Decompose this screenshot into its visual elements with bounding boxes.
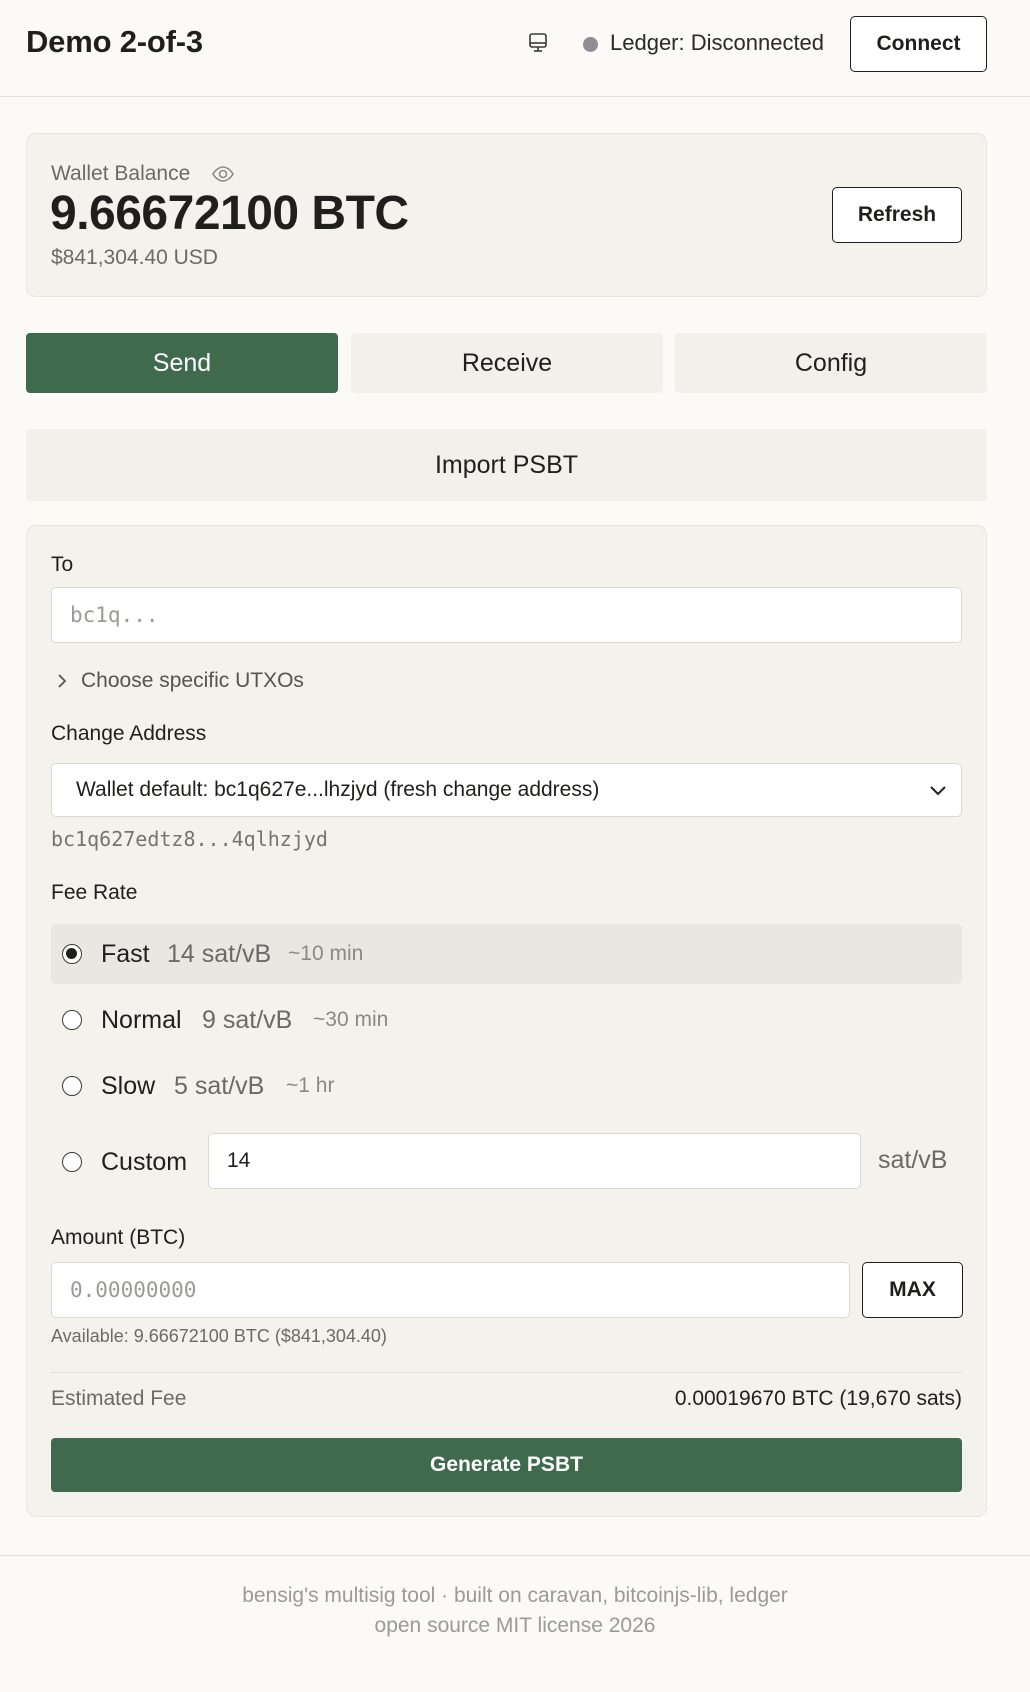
to-label: To [51, 553, 74, 576]
fee-slow-time: ~1 hr [286, 1074, 335, 1097]
fee-slow-radio[interactable] [62, 1076, 82, 1096]
max-button[interactable]: MAX [862, 1262, 963, 1318]
wallet-title: Demo 2-of-3 [26, 24, 203, 59]
balance-card: Wallet Balance 9.66672100 BTC $841,304.4… [26, 133, 987, 297]
eye-icon[interactable] [210, 161, 236, 187]
tab-send[interactable]: Send [26, 333, 338, 393]
fee-normal-rate: 9 sat/vB [202, 1005, 293, 1034]
fee-fast-radio[interactable] [62, 944, 82, 964]
custom-fee-unit: sat/vB [878, 1146, 948, 1174]
fee-normal-radio[interactable] [62, 1010, 82, 1030]
change-address-label: Change Address [51, 722, 207, 745]
estimated-fee-label: Estimated Fee [51, 1387, 187, 1410]
available-balance: Available: 9.66672100 BTC ($841,304.40) [51, 1326, 387, 1346]
fee-fast-name: Fast [101, 939, 150, 968]
fee-fast-time: ~10 min [288, 942, 364, 965]
fee-option-slow[interactable]: Slow 5 sat/vB ~1 hr [51, 1056, 962, 1116]
device-status: Ledger: Disconnected [610, 30, 825, 55]
estimated-fee-value: 0.00019670 BTC (19,670 sats) [674, 1387, 962, 1410]
status-dot-icon [583, 37, 598, 52]
balance-label: Wallet Balance [51, 162, 191, 185]
fee-slow-name: Slow [101, 1071, 156, 1100]
balance-btc: 9.66672100 BTC [50, 187, 409, 240]
fee-slow-rate: 5 sat/vB [174, 1071, 265, 1100]
balance-usd: $841,304.40 USD [51, 246, 218, 269]
fee-rate-label: Fee Rate [51, 881, 138, 904]
connect-button[interactable]: Connect [850, 16, 987, 72]
to-address-placeholder: bc1q... [70, 603, 159, 627]
fee-option-normal[interactable]: Normal 9 sat/vB ~30 min [51, 990, 962, 1050]
change-address-select[interactable]: Wallet default: bc1q627e...lhzjyd (fresh… [51, 763, 962, 817]
fee-fast-rate: 14 sat/vB [167, 939, 272, 968]
custom-fee-input[interactable]: 14 [208, 1133, 861, 1189]
amount-input[interactable]: 0.00000000 [51, 1262, 850, 1318]
fee-custom-radio[interactable] [62, 1152, 82, 1172]
amount-placeholder: 0.00000000 [70, 1278, 197, 1302]
send-form: To bc1q... Choose specific UTXOs Change … [26, 525, 987, 1517]
footer-license: open source MIT license 2026 [374, 1614, 656, 1637]
fee-option-fast[interactable]: Fast 14 sat/vB ~10 min [51, 924, 962, 984]
footer: bensig's multisig tool · built on carava… [0, 1555, 1030, 1692]
change-address-selected: Wallet default: bc1q627e...lhzjyd (fresh… [76, 778, 600, 801]
amount-label: Amount (BTC) [51, 1226, 186, 1249]
tab-config[interactable]: Config [675, 333, 987, 393]
custom-fee-value: 14 [227, 1149, 251, 1172]
refresh-button[interactable]: Refresh [832, 187, 962, 243]
utxo-toggle[interactable]: Choose specific UTXOs [53, 669, 304, 693]
tab-receive[interactable]: Receive [351, 333, 663, 393]
generate-psbt-button[interactable]: Generate PSBT [51, 1438, 962, 1492]
app-header: Demo 2-of-3 Ledger: Disconnected Connect [0, 0, 1030, 97]
fee-custom-name: Custom [101, 1147, 188, 1176]
hardware-device-icon [529, 33, 547, 52]
change-address-hash: bc1q627edtz8...4qlhzjyd [51, 827, 328, 851]
chevron-right-icon [58, 674, 67, 688]
utxo-toggle-label: Choose specific UTXOs [81, 669, 304, 692]
chevron-down-icon [930, 786, 946, 796]
import-psbt-button[interactable]: Import PSBT [26, 429, 987, 501]
divider [51, 1372, 962, 1373]
fee-normal-name: Normal [101, 1005, 182, 1034]
footer-credits: bensig's multisig tool · built on carava… [242, 1584, 788, 1607]
to-address-input[interactable]: bc1q... [51, 587, 962, 643]
fee-normal-time: ~30 min [313, 1008, 389, 1031]
